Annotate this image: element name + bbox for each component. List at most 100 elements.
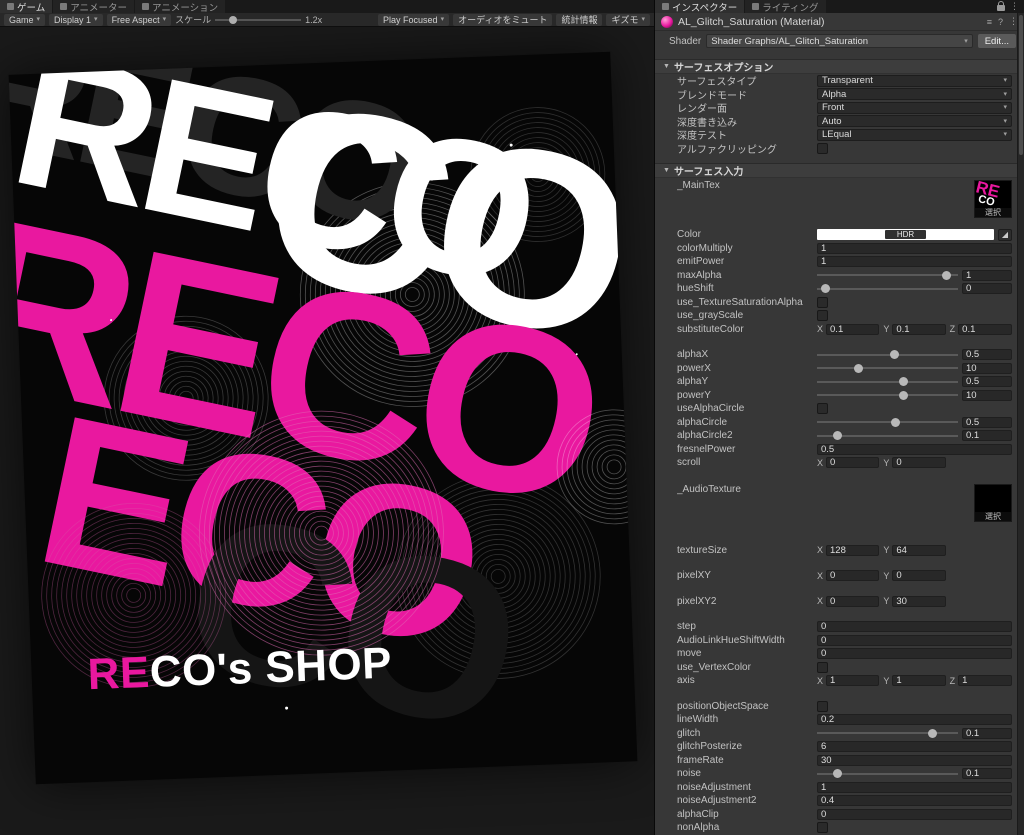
texture-select-label[interactable]: 選択 [975, 511, 1011, 521]
prop-slider-thumb[interactable] [832, 431, 842, 441]
prop-slider-thumb[interactable] [889, 350, 899, 360]
play-focused-dropdown[interactable]: Play Focused ▾ [378, 13, 450, 26]
row-gap [655, 608, 1012, 620]
prop-value-field[interactable]: 0.4 [817, 795, 1012, 807]
display-dropdown[interactable]: Display 1 ▾ [49, 13, 103, 26]
prop-dropdown[interactable]: LEqual ▾ [817, 128, 1012, 141]
prop-slider[interactable] [817, 283, 958, 295]
scale-slider-thumb[interactable] [228, 15, 237, 24]
prop-slider-thumb[interactable] [898, 377, 908, 387]
eyedropper-icon[interactable]: ◢ [998, 228, 1012, 241]
color-swatch[interactable]: HDR [817, 229, 994, 241]
shader-dropdown[interactable]: Shader Graphs/AL_Glitch_Saturation ▾ [706, 34, 973, 48]
prop-slider-value[interactable]: 0.5 [962, 349, 1012, 361]
scale-slider[interactable] [215, 14, 302, 26]
vector-field-x[interactable]: 0 [826, 570, 880, 582]
prop-checkbox[interactable] [817, 142, 828, 154]
prop-slider-thumb[interactable] [927, 728, 937, 738]
texture-thumbnail[interactable]: 選択 [974, 483, 1012, 522]
prop-slider-thumb[interactable] [942, 270, 952, 280]
prop-value-field[interactable]: 6 [817, 741, 1012, 753]
game-tab[interactable]: アニメーション [135, 0, 226, 14]
vector-field-x[interactable]: 1 [826, 675, 880, 687]
inspector-tab[interactable]: ライティング [745, 0, 826, 14]
vector-field-y[interactable]: 64 [892, 544, 946, 556]
vector-field-x[interactable]: 0 [826, 595, 880, 607]
game-target-dropdown[interactable]: Game ▾ [4, 13, 46, 26]
texture-thumbnail[interactable]: RE CO 選択 [974, 180, 1012, 218]
prop-checkbox[interactable] [817, 661, 828, 673]
prop-dropdown[interactable]: Alpha ▾ [817, 88, 1012, 101]
prop-slider-value[interactable]: 10 [962, 389, 1012, 401]
inspector-scrollbar-thumb[interactable] [1019, 15, 1023, 155]
section-header-サーフェス入力[interactable]: ▼ サーフェス入力 [655, 163, 1024, 178]
prop-slider-thumb[interactable] [832, 769, 842, 779]
prop-slider[interactable] [817, 362, 958, 374]
prop-value-field[interactable]: 1 [817, 242, 1012, 254]
mute-audio-button[interactable]: オーディオをミュート [453, 13, 553, 26]
prop-slider-value[interactable]: 0.5 [962, 416, 1012, 428]
lock-icon[interactable] [997, 1, 1005, 11]
inspector-scrollbar[interactable] [1017, 13, 1024, 835]
prop-value-field[interactable]: 30 [817, 754, 1012, 766]
vector-field-y[interactable]: 0.1 [892, 323, 946, 335]
vector-field-y[interactable]: 0 [892, 570, 946, 582]
stats-button[interactable]: 統計情報 [556, 13, 603, 26]
prop-slider[interactable] [817, 269, 958, 281]
prop-checkbox[interactable] [817, 403, 828, 415]
prop-dropdown[interactable]: Front ▾ [817, 101, 1012, 114]
presets-icon[interactable]: ≡ [987, 17, 992, 27]
section-header-サーフェスオプション[interactable]: ▼ サーフェスオプション [655, 59, 1024, 74]
vector-field-y[interactable]: 30 [892, 595, 946, 607]
vector-field-x[interactable]: 128 [826, 544, 880, 556]
vector-field-z[interactable]: 1 [958, 675, 1012, 687]
prop-value-field[interactable]: 0.5 [817, 443, 1012, 455]
prop-value-field[interactable]: 0 [817, 634, 1012, 646]
kebab-menu-icon[interactable]: ⋮ [1010, 1, 1019, 12]
prop-slider-value[interactable]: 0.1 [962, 430, 1012, 442]
prop-checkbox[interactable] [817, 700, 828, 712]
prop-slider[interactable] [817, 768, 958, 780]
prop-checkbox[interactable] [817, 310, 828, 322]
prop-value-field[interactable]: 1 [817, 781, 1012, 793]
texture-select-label[interactable]: 選択 [975, 208, 1011, 217]
prop-checkbox[interactable] [817, 296, 828, 308]
vector-field-z[interactable]: 0.1 [958, 323, 1012, 335]
prop-slider[interactable] [817, 727, 958, 739]
vector-field-x[interactable]: 0.1 [826, 323, 880, 335]
game-tab[interactable]: ゲーム [0, 0, 53, 14]
prop-slider-value[interactable]: 0.1 [962, 768, 1012, 780]
gizmos-dropdown[interactable]: ギズモ ▾ [606, 13, 650, 26]
prop-slider-thumb[interactable] [853, 363, 863, 373]
inspector-tab[interactable]: インスペクター [655, 0, 745, 14]
prop-dropdown[interactable]: Transparent ▾ [817, 74, 1012, 87]
prop-slider[interactable] [817, 430, 958, 442]
prop-value-field[interactable]: 0 [817, 621, 1012, 633]
game-tab[interactable]: アニメーター [53, 0, 135, 14]
prop-slider-thumb[interactable] [820, 284, 830, 294]
prop-slider-value[interactable]: 0.1 [962, 727, 1012, 739]
aspect-label: Free Aspect [111, 14, 160, 25]
vector-field-y[interactable]: 0 [892, 457, 946, 469]
prop-slider[interactable] [817, 376, 958, 388]
prop-slider-thumb[interactable] [898, 390, 908, 400]
vector-field-x[interactable]: 0 [826, 457, 880, 469]
prop-value-field[interactable]: 0 [817, 648, 1012, 660]
shader-edit-button[interactable]: Edit... [977, 34, 1016, 48]
prop-value-field[interactable]: 0.2 [817, 714, 1012, 726]
prop-slider-value[interactable]: 1 [962, 269, 1012, 281]
prop-value-field[interactable]: 1 [817, 256, 1012, 268]
prop-value-field[interactable]: 0 [817, 808, 1012, 820]
prop-slider[interactable] [817, 349, 958, 361]
prop-slider-value[interactable]: 0.5 [962, 376, 1012, 388]
prop-slider[interactable] [817, 389, 958, 401]
prop-slider-value[interactable]: 0 [962, 283, 1012, 295]
prop-dropdown[interactable]: Auto ▾ [817, 115, 1012, 128]
prop-slider[interactable] [817, 416, 958, 428]
prop-slider-value[interactable]: 10 [962, 362, 1012, 374]
prop-slider-thumb[interactable] [890, 417, 900, 427]
prop-checkbox[interactable] [817, 822, 828, 834]
help-icon[interactable]: ? [998, 17, 1003, 27]
aspect-ratio-dropdown[interactable]: Free Aspect ▾ [106, 13, 172, 26]
vector-field-y[interactable]: 1 [892, 675, 946, 687]
